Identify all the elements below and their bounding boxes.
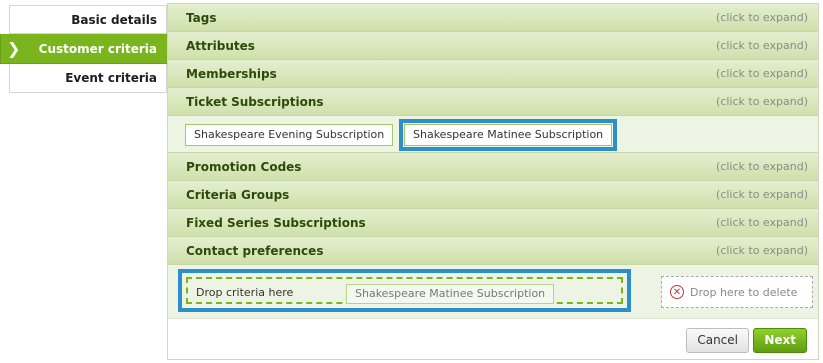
criteria-chip-matinee[interactable]: Shakespeare Matinee Subscription [398, 119, 618, 151]
section-tags[interactable]: Tags (click to expand) [168, 4, 818, 32]
nav-item-label: Customer criteria [38, 42, 157, 56]
delete-icon: ✕ [670, 285, 684, 299]
nav-item-basic-details[interactable]: Basic details [9, 5, 167, 34]
section-contact-preferences[interactable]: Contact preferences (click to expand) [168, 237, 818, 265]
nav-item-label: Event criteria [65, 71, 157, 85]
section-criteria-groups[interactable]: Criteria Groups (click to expand) [168, 181, 818, 209]
section-hint: (click to expand) [716, 11, 808, 24]
section-promotion-codes[interactable]: Promotion Codes (click to expand) [168, 153, 818, 181]
footer: Cancel Next [168, 323, 818, 359]
drop-zone-label: Drop criteria here [196, 286, 294, 299]
section-attributes[interactable]: Attributes (click to expand) [168, 32, 818, 60]
drop-row: Drop criteria here Shakespeare Matinee S… [168, 265, 818, 319]
section-hint: (click to expand) [716, 67, 808, 80]
section-title: Memberships [186, 66, 277, 81]
section-title: Promotion Codes [186, 159, 302, 174]
cancel-button[interactable]: Cancel [686, 328, 749, 353]
section-hint: (click to expand) [716, 39, 808, 52]
section-hint: (click to expand) [716, 95, 808, 108]
section-title: Attributes [186, 38, 255, 53]
dragged-criteria-chip[interactable]: Shakespeare Matinee Subscription [346, 284, 555, 304]
section-hint: (click to expand) [716, 244, 808, 257]
section-title: Ticket Subscriptions [186, 94, 324, 109]
ticket-subscriptions-content: Shakespeare Evening Subscription Shakesp… [168, 116, 818, 153]
section-title: Criteria Groups [186, 187, 290, 202]
section-ticket-subscriptions[interactable]: Ticket Subscriptions (click to expand) [168, 88, 818, 116]
next-button[interactable]: Next [753, 328, 807, 353]
criteria-chip-evening[interactable]: Shakespeare Evening Subscription [185, 124, 394, 146]
section-hint: (click to expand) [716, 216, 808, 229]
chevron-right-icon: ❯ [7, 39, 21, 58]
section-title: Contact preferences [186, 243, 324, 258]
nav-item-label: Basic details [71, 13, 157, 27]
section-hint: (click to expand) [716, 160, 808, 173]
section-memberships[interactable]: Memberships (click to expand) [168, 60, 818, 88]
delete-zone-label: Drop here to delete [690, 285, 798, 299]
section-title: Fixed Series Subscriptions [186, 215, 366, 230]
criteria-drop-zone[interactable]: Drop criteria here Shakespeare Matinee S… [186, 277, 623, 304]
delete-drop-zone[interactable]: ✕ Drop here to delete [661, 276, 813, 308]
nav-item-event-criteria[interactable]: Event criteria [9, 64, 167, 93]
section-fixed-series-subscriptions[interactable]: Fixed Series Subscriptions (click to exp… [168, 209, 818, 237]
wizard-nav: Basic details ❯ Customer criteria Event … [0, 5, 176, 93]
nav-item-customer-criteria[interactable]: ❯ Customer criteria [0, 34, 176, 64]
section-title: Tags [186, 10, 217, 25]
criteria-panel: Tags (click to expand) Attributes (click… [167, 3, 819, 360]
section-hint: (click to expand) [716, 188, 808, 201]
drop-target-highlight: Drop criteria here Shakespeare Matinee S… [178, 269, 631, 312]
